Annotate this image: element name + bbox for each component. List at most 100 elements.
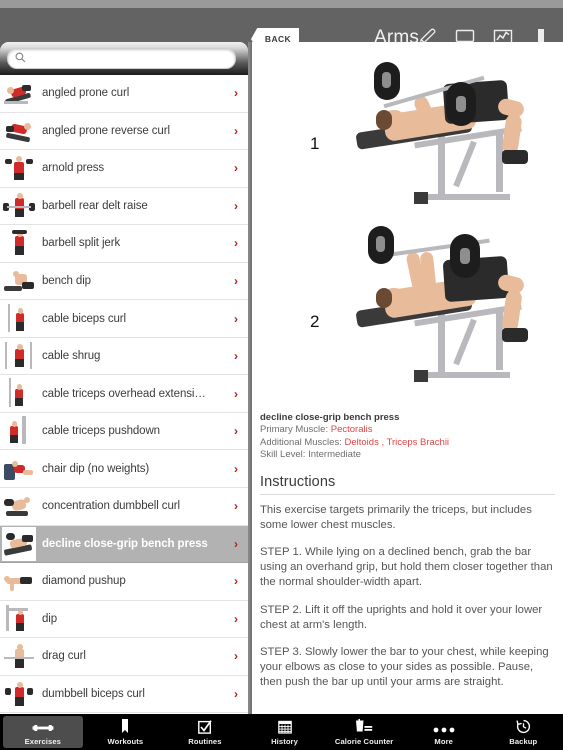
sidebar: angled prone curl › angled prone reverse c… [0,42,248,714]
tab-backup[interactable]: Backup [483,714,563,750]
exercise-thumbnail-icon [2,301,36,336]
tab-history[interactable]: History [245,714,325,750]
tab-label: Backup [509,737,538,746]
calendar-icon [277,718,292,734]
primary-muscle-line: Primary Muscle: Pectoralis [260,424,555,437]
search-input[interactable] [7,48,236,69]
chevron-right-icon: › [234,649,238,664]
bench-press-illustration-2 [322,226,552,394]
tab-label: History [271,737,298,746]
search-icon [15,50,26,68]
exercise-thumbnail-icon [2,526,36,561]
exercise-photos: 1 2 [252,42,563,407]
exercise-thumbnail-icon [2,376,36,411]
exercise-thumbnail-icon [2,564,36,599]
tab-exercises[interactable]: Exercises [3,716,83,748]
exercise-list-item[interactable]: barbell rear delt raise › [0,187,248,226]
exercise-list-item-label: decline close-grip bench press [42,537,208,550]
exercise-list-item[interactable]: barbell split jerk › [0,225,248,263]
exercise-list-item-selected[interactable]: decline close-grip bench press › [0,525,248,564]
status-bar [0,0,563,8]
exercise-list-item-label: cable triceps overhead extensi… [42,387,206,400]
exercise-list-item-label: angled prone reverse curl [42,124,170,137]
chevron-right-icon: › [234,424,238,439]
exercise-list-item[interactable]: cable triceps pushdown › [0,412,248,451]
photo-step-number: 1 [310,134,320,153]
exercise-list-item-label: barbell rear delt raise [42,199,148,212]
skill-level-line: Skill Level: Intermediate [260,449,555,462]
exercise-list-item[interactable]: drag curl › [0,638,248,676]
detail-pane: 1 2 decline close-grip bench press Prima… [252,42,563,714]
exercise-thumbnail-icon [2,601,36,636]
chevron-right-icon: › [234,198,238,213]
instruction-paragraph: This exercise targets primarily the tric… [260,503,532,531]
chevron-right-icon: › [234,349,238,364]
chevron-right-icon: › [234,161,238,176]
exercise-list-item-label: angled prone curl [42,87,130,100]
exercise-photo-step-2: 2 [252,220,563,398]
exercise-photo-step-1: 1 [252,42,563,220]
exercise-list-item-label: chair dip (no weights) [42,462,150,475]
exercise-list-item[interactable]: cable shrug › [0,337,248,376]
chevron-right-icon: › [234,236,238,251]
primary-muscle-value[interactable]: Pectoralis [331,424,373,435]
instruction-paragraph: STEP 3. Slowly lower the bar to your che… [260,645,549,689]
bench-press-illustration-1 [322,48,552,216]
exercise-list-item[interactable]: diamond pushup › [0,563,248,601]
exercise-list[interactable]: angled prone curl › angled prone reverse c… [0,75,248,714]
chevron-right-icon: › [234,461,238,476]
exercise-list-item[interactable]: cable triceps overhead extensi… › [0,375,248,413]
exercise-thumbnail-icon [2,226,36,261]
dumbbell-icon [32,718,54,734]
drink-icon [355,718,373,734]
exercise-list-item-label: bench dip [42,275,91,287]
tab-label: Exercises [24,737,61,746]
photo-step-number: 2 [310,312,320,331]
instruction-paragraph: STEP 1. While lying on a declined bench,… [260,545,553,589]
primary-muscle-label: Primary Muscle: [260,424,329,435]
exercise-list-item-label: dip [42,612,58,625]
exercise-list-item-label: arnold press [42,162,105,175]
checkbox-icon [198,718,212,734]
exercise-thumbnail-icon [2,113,36,148]
tab-label: Routines [188,737,222,746]
exercise-list-item[interactable]: dip › [0,600,248,639]
tab-more[interactable]: More [404,714,484,750]
additional-muscles-value[interactable]: Deltoids , Triceps Brachii [345,437,450,448]
exercise-thumbnail-icon [2,414,36,449]
tab-bar: Exercises Workouts Routines History Calorie … [0,714,563,750]
exercise-list-item-label: drag curl [42,650,86,663]
exercise-list-item[interactable]: chair dip (no weights) › [0,450,248,489]
tab-workouts[interactable]: Workouts [86,714,166,750]
exercise-thumbnail-icon [2,188,36,223]
tab-label: Workouts [107,737,144,746]
exercise-list-item-label: barbell split jerk [42,237,121,250]
instructions-body: This exercise targets primarily the tric… [252,495,563,691]
exercise-meta: decline close-grip bench press Primary M… [252,407,563,462]
exercise-list-item-label: concentration dumbbell curl [42,500,180,513]
exercise-list-item[interactable]: concentration dumbbell curl › [0,488,248,526]
exercise-list-item-label: cable shrug [42,350,101,363]
exercise-list-item[interactable]: arnold press › [0,150,248,188]
exercise-list-item[interactable]: dumbbell biceps curl › [0,675,248,714]
app-root: BACK Arms angled prone curl › angled pro… [0,0,563,750]
tab-routines[interactable]: Routines [165,714,245,750]
exercise-thumbnail-icon [2,451,36,486]
exercise-thumbnail-icon [2,639,36,674]
clock-restore-icon [516,718,531,734]
exercise-list-item-label: diamond pushup [42,575,126,588]
exercise-thumbnail-icon [2,677,36,712]
chevron-right-icon: › [234,611,238,626]
exercise-list-item[interactable]: angled prone curl › [0,75,248,113]
tab-label: Calorie Counter [334,737,394,746]
chevron-right-icon: › [234,499,238,514]
tab-calorie-counter[interactable]: Calorie Counter [324,714,404,750]
chevron-right-icon: › [234,574,238,589]
search-input-field[interactable] [31,51,225,66]
additional-muscles-label: Additional Muscles: [260,436,342,448]
exercise-list-item[interactable]: cable biceps curl › [0,300,248,338]
exercise-list-item-label: dumbbell biceps curl [42,688,145,701]
exercise-list-item[interactable]: bench dip › [0,262,248,301]
chevron-right-icon: › [234,311,238,326]
exercise-list-item[interactable]: angled prone reverse curl › [0,112,248,151]
